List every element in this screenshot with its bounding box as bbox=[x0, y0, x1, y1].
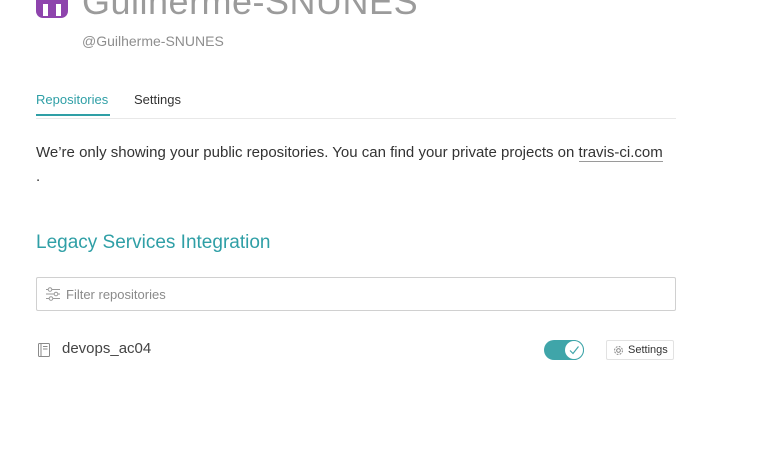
owner-handle: @Guilherme-SNUNES bbox=[82, 33, 224, 49]
repo-settings-button[interactable]: Settings bbox=[606, 340, 674, 360]
toggle-knob bbox=[565, 341, 583, 359]
book-repo-icon bbox=[38, 343, 50, 357]
repo-settings-label: Settings bbox=[628, 344, 668, 356]
section-title: Legacy Services Integration bbox=[36, 232, 271, 253]
avatar-bar bbox=[43, 4, 48, 16]
profile-page: Guilherme-SNUNES @Guilherme-SNUNES Repos… bbox=[0, 0, 773, 474]
tab-repositories[interactable]: Repositories bbox=[36, 92, 108, 107]
filter-box bbox=[36, 277, 676, 311]
repo-activation-toggle[interactable] bbox=[544, 340, 584, 360]
owner-avatar bbox=[36, 0, 68, 18]
gear-icon bbox=[614, 346, 623, 355]
active-tab-indicator bbox=[36, 114, 110, 116]
check-icon bbox=[569, 346, 579, 355]
owner-name: Guilherme-SNUNES bbox=[82, 0, 419, 22]
avatar-bar bbox=[56, 4, 61, 16]
tab-settings[interactable]: Settings bbox=[134, 92, 181, 107]
filter-repositories-input[interactable] bbox=[66, 278, 666, 310]
sliders-filter-icon bbox=[46, 287, 60, 301]
notice-trailing: . bbox=[36, 168, 41, 185]
repo-name-link[interactable]: devops_ac04 bbox=[62, 340, 151, 357]
repo-row: devops_ac04 Settings bbox=[36, 336, 676, 364]
notice-text: We’re only showing your public repositor… bbox=[36, 144, 579, 161]
travis-ci-com-link[interactable]: travis-ci.com bbox=[578, 144, 663, 162]
public-repos-notice: We’re only showing your public repositor… bbox=[36, 144, 663, 162]
profile-tabs: Repositories Settings bbox=[36, 88, 676, 119]
